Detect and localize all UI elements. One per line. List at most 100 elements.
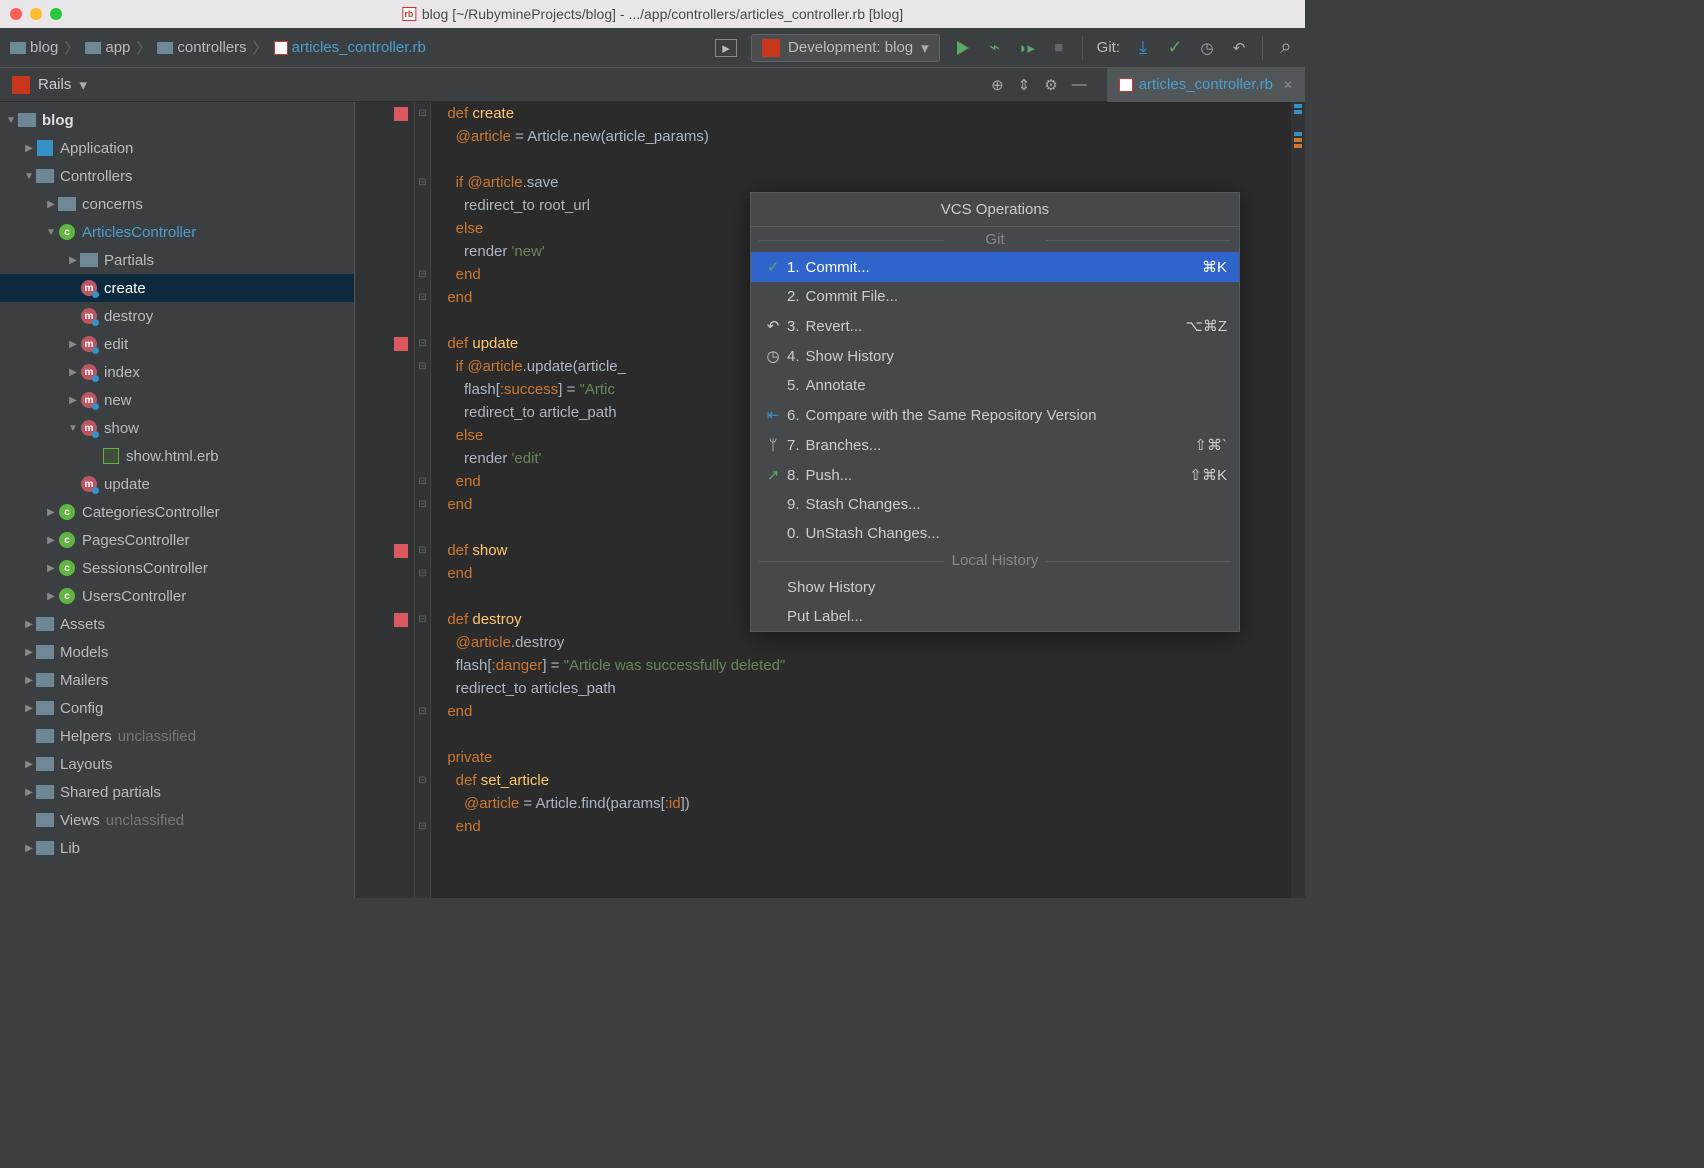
minimize-tool-icon[interactable]: — (1072, 76, 1087, 94)
breadcrumb-file[interactable]: articles_controller.rb (274, 39, 426, 56)
stop-button[interactable]: ■ (1050, 39, 1068, 57)
method-icon: m (81, 476, 97, 492)
tree-method-create[interactable]: mcreate (0, 274, 354, 302)
popup-item-push[interactable]: ↗8.Push...⇧⌘K (751, 460, 1239, 490)
run-button[interactable] (954, 39, 972, 57)
popup-item-show-history[interactable]: ◷4.Show History (751, 341, 1239, 371)
tree-method-index[interactable]: ▶mindex (0, 358, 354, 386)
popup-title: VCS Operations (751, 193, 1239, 227)
breadcrumb-separator: 〉 (253, 37, 268, 58)
breakpoint-icon[interactable] (394, 613, 408, 627)
breadcrumb-controllers[interactable]: controllers (157, 39, 246, 56)
debug-button[interactable]: ⌁ (986, 39, 1004, 57)
editor-tab-articles-controller[interactable]: articles_controller.rb ✕ (1107, 68, 1305, 102)
close-window-button[interactable] (10, 8, 22, 20)
vcs-history-button[interactable]: ◷ (1198, 39, 1216, 57)
expand-icon[interactable]: ⇕ (1018, 76, 1031, 94)
ruby-file-icon (274, 41, 288, 55)
folder-icon (36, 169, 54, 183)
breakpoint-icon[interactable] (394, 107, 408, 121)
tree-sessions-controller[interactable]: ▶cSessionsController (0, 554, 354, 582)
folder-icon (80, 253, 98, 267)
module-icon (37, 140, 53, 156)
tree-concerns[interactable]: ▶concerns (0, 190, 354, 218)
method-icon: m (81, 336, 97, 352)
close-tab-icon[interactable]: ✕ (1283, 78, 1293, 92)
method-icon: m (81, 308, 97, 324)
tree-config[interactable]: ▶Config (0, 694, 354, 722)
maximize-window-button[interactable] (50, 8, 62, 20)
popup-item-revert[interactable]: ↶3.Revert...⌥⌘Z (751, 311, 1239, 341)
controller-icon: c (59, 532, 75, 548)
minimize-window-button[interactable] (30, 8, 42, 20)
tree-method-destroy[interactable]: mdestroy (0, 302, 354, 330)
tree-controllers[interactable]: ▼Controllers (0, 162, 354, 190)
settings-icon[interactable]: ⚙ (1044, 76, 1057, 94)
vcs-commit-button[interactable]: ✓ (1166, 39, 1184, 57)
popup-item-stash[interactable]: 9.Stash Changes... (751, 490, 1239, 519)
tree-lib[interactable]: ▶Lib (0, 834, 354, 862)
search-everywhere-button[interactable]: ⌕ (1277, 39, 1295, 57)
rails-view-selector[interactable]: Rails ▾ (0, 76, 99, 94)
popup-item-put-label[interactable]: Put Label... (751, 602, 1239, 631)
erb-file-icon (103, 448, 119, 464)
tree-show-erb[interactable]: show.html.erb (0, 442, 354, 470)
tree-application[interactable]: ▶Application (0, 134, 354, 162)
method-icon: m (81, 364, 97, 380)
tree-helpers[interactable]: Helpersunclassified (0, 722, 354, 750)
tree-root-blog[interactable]: ▼blog (0, 106, 354, 134)
rails-icon (12, 76, 30, 94)
tree-pages-controller[interactable]: ▶cPagesController (0, 526, 354, 554)
tree-mailers[interactable]: ▶Mailers (0, 666, 354, 694)
tree-shared-partials[interactable]: ▶Shared partials (0, 778, 354, 806)
locate-icon[interactable]: ⊕ (991, 76, 1004, 94)
tree-categories-controller[interactable]: ▶cCategoriesController (0, 498, 354, 526)
ruby-file-icon: rb (402, 7, 416, 21)
clock-icon: ◷ (763, 347, 783, 365)
tree-assets[interactable]: ▶Assets (0, 610, 354, 638)
tree-views[interactable]: Viewsunclassified (0, 806, 354, 834)
push-icon: ↗ (763, 466, 783, 484)
popup-item-unstash[interactable]: 0.UnStash Changes... (751, 519, 1239, 548)
popup-item-annotate[interactable]: 5.Annotate (751, 371, 1239, 400)
tree-articles-controller[interactable]: ▼cArticlesController (0, 218, 354, 246)
tree-method-show[interactable]: ▼mshow (0, 414, 354, 442)
popup-item-commit[interactable]: ✓1.Commit...⌘K (751, 252, 1239, 282)
tree-method-edit[interactable]: ▶medit (0, 330, 354, 358)
breadcrumb-app[interactable]: app (85, 39, 130, 56)
folder-icon (36, 701, 54, 715)
check-icon: ✓ (763, 258, 783, 276)
tree-method-update[interactable]: mupdate (0, 470, 354, 498)
window-controls (10, 8, 62, 20)
vcs-update-button[interactable]: ⤓ (1134, 39, 1152, 57)
controller-icon: c (59, 588, 75, 604)
folder-icon (36, 645, 54, 659)
fold-column: ⊟⊟⊟⊟⊟⊟⊟⊟⊟⊟⊟⊟⊟⊟ (415, 102, 431, 898)
tree-partials[interactable]: ▶Partials (0, 246, 354, 274)
method-icon: m (81, 420, 97, 436)
tree-layouts[interactable]: ▶Layouts (0, 750, 354, 778)
popup-item-branches[interactable]: ᛘ7.Branches...⇧⌘` (751, 430, 1239, 460)
run-coverage-button[interactable]: ◗▸ (1018, 39, 1036, 57)
navigation-bar: blog 〉 app 〉 controllers 〉 articles_cont… (0, 28, 1305, 68)
run-target-icon[interactable]: ▸ (715, 39, 737, 57)
tree-users-controller[interactable]: ▶cUsersController (0, 582, 354, 610)
popup-item-compare[interactable]: ⇤6.Compare with the Same Repository Vers… (751, 400, 1239, 430)
breadcrumb-blog[interactable]: blog (10, 39, 58, 56)
tree-models[interactable]: ▶Models (0, 638, 354, 666)
folder-icon (36, 729, 54, 743)
breakpoint-icon[interactable] (394, 544, 408, 558)
marker-bar (1291, 102, 1305, 898)
window-title: blog [~/RubymineProjects/blog] - .../app… (422, 6, 903, 22)
git-label: Git: (1097, 39, 1120, 56)
popup-item-local-show-history[interactable]: Show History (751, 573, 1239, 602)
folder-icon (36, 841, 54, 855)
breakpoint-icon[interactable] (394, 337, 408, 351)
popup-item-commit-file[interactable]: 2.Commit File... (751, 282, 1239, 311)
tree-method-new[interactable]: ▶mnew (0, 386, 354, 414)
run-configuration-dropdown[interactable]: Development: blog ▾ (751, 34, 940, 62)
popup-section-local: Local History (751, 548, 1239, 573)
folder-icon (18, 113, 36, 127)
branch-icon: ᛘ (763, 437, 783, 454)
vcs-revert-button[interactable]: ↶ (1230, 39, 1248, 57)
